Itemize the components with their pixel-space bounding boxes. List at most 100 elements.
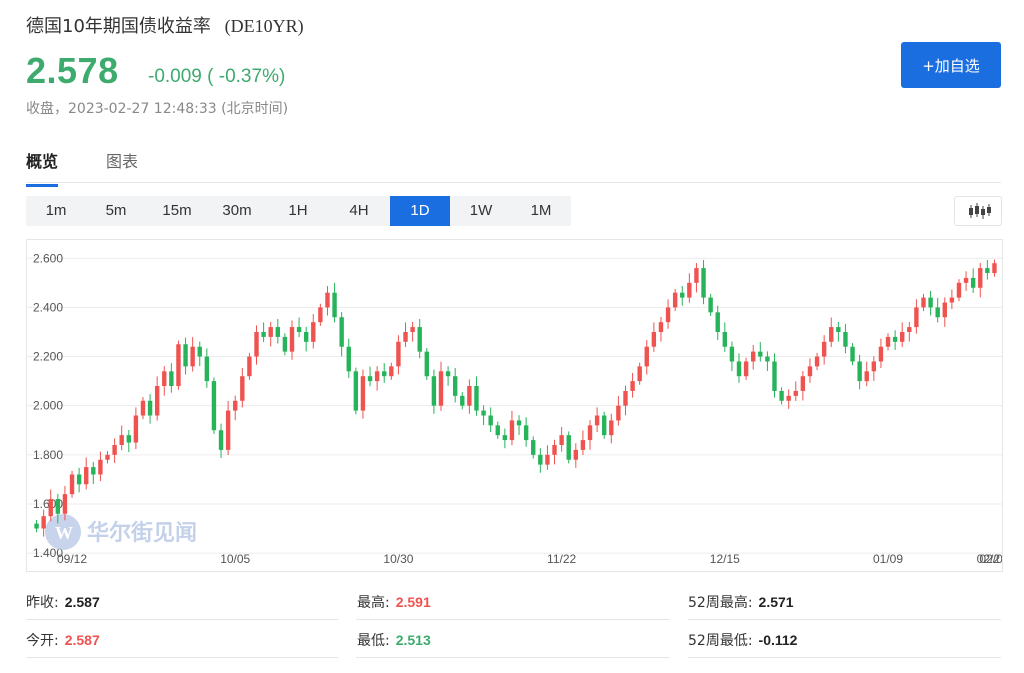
candle-body xyxy=(609,420,614,436)
candle-body xyxy=(431,376,437,406)
price-chart[interactable]: 2.600 2.400 2.200 2.000 1.800 1.600 1.400 W 华尔街见… xyxy=(26,239,1010,572)
candle-body xyxy=(956,282,962,298)
candle-body xyxy=(701,268,706,298)
candle-body xyxy=(204,356,210,382)
interval-4h[interactable]: 4H xyxy=(329,196,389,226)
candle-body xyxy=(225,410,231,450)
candle-body xyxy=(119,435,124,445)
candle-body xyxy=(708,297,713,313)
candle-body xyxy=(69,474,75,495)
candle-body xyxy=(928,297,933,308)
candle-body xyxy=(729,346,735,362)
x-tick-label: 01/09 xyxy=(873,552,903,566)
x-tick-label: 02/2 xyxy=(977,552,1001,566)
interval-1h[interactable]: 1H xyxy=(268,196,328,226)
candle-body xyxy=(211,381,217,431)
interval-30m[interactable]: 30m xyxy=(207,196,267,226)
candle-body xyxy=(403,331,408,342)
x-tick-label: 10/05 xyxy=(220,552,250,566)
candle-body xyxy=(261,331,266,337)
candle-body xyxy=(885,336,891,347)
candle-body xyxy=(765,356,770,362)
candle-body xyxy=(488,415,493,426)
divider xyxy=(356,619,670,620)
candle-body xyxy=(311,322,316,342)
candle-body xyxy=(332,292,337,318)
candle-body xyxy=(992,263,997,274)
watermark-logo-letter: W xyxy=(55,523,73,543)
x-tick-label: 10/30 xyxy=(383,552,413,566)
add-watchlist-button[interactable]: +加自选 xyxy=(901,42,1001,88)
candle-body xyxy=(772,361,777,391)
candle-body xyxy=(481,410,486,416)
candle-body xyxy=(864,371,869,382)
candle-body xyxy=(367,376,373,382)
interval-15m[interactable]: 15m xyxy=(147,196,207,226)
x-tick-label: 11/22 xyxy=(547,552,576,566)
candle-body xyxy=(112,444,117,455)
candle-body xyxy=(580,440,586,450)
candle-body xyxy=(900,331,905,342)
interval-1w[interactable]: 1W xyxy=(451,196,511,226)
candle-body xyxy=(197,346,202,357)
candle-body xyxy=(48,499,53,517)
candle-body xyxy=(339,317,344,347)
tab-overview[interactable]: 概览 xyxy=(26,148,59,187)
candle-body xyxy=(680,292,685,298)
candle-body xyxy=(190,346,195,367)
stat-high: 最高: 2.591 xyxy=(357,594,431,611)
candle-body xyxy=(474,386,479,411)
candle-body xyxy=(233,400,238,411)
candle-body xyxy=(694,268,699,283)
candle-body xyxy=(140,400,146,416)
candle-body xyxy=(460,395,465,406)
candle-body xyxy=(807,366,813,377)
chart-type-toggle[interactable] xyxy=(954,196,1002,226)
candle-body xyxy=(467,386,472,406)
candle-body xyxy=(751,351,756,362)
candle-body xyxy=(644,346,649,367)
x-tick-label: 12/15 xyxy=(710,552,740,566)
candle-body xyxy=(169,371,174,387)
candle-body xyxy=(240,376,245,401)
interval-5m[interactable]: 5m xyxy=(86,196,146,226)
candle-body xyxy=(821,341,827,357)
instrument-symbol: (DE10YR) xyxy=(224,16,304,36)
candle-body xyxy=(914,307,919,328)
instrument-name: 德国10年期国债收益率 xyxy=(26,16,211,37)
candle-body xyxy=(318,307,323,323)
candle-body xyxy=(218,430,224,450)
candle-body xyxy=(147,400,153,416)
candle-body xyxy=(786,395,791,401)
candle-body xyxy=(672,292,678,308)
candle-body xyxy=(516,420,522,426)
candle-body xyxy=(275,327,280,337)
candle-body xyxy=(850,346,855,362)
interval-1d[interactable]: 1D xyxy=(390,196,450,226)
candle-body xyxy=(424,351,430,377)
candle-body xyxy=(438,371,444,406)
candle-body xyxy=(949,297,955,303)
interval-1mo[interactable]: 1M xyxy=(511,196,571,226)
candle-body xyxy=(545,454,550,465)
tab-chart[interactable]: 图表 xyxy=(106,148,138,184)
candle-body xyxy=(978,268,983,288)
x-tick-label: 09/12 xyxy=(57,552,87,566)
candle-body xyxy=(836,327,841,332)
candle-body xyxy=(105,454,110,460)
candle-body xyxy=(793,390,798,396)
interval-selector: 1m 5m 15m 30m 1H 4H 1D 1W 1M xyxy=(26,196,571,226)
candle-body xyxy=(736,361,742,377)
divider xyxy=(688,657,1001,658)
candle-body xyxy=(91,467,96,475)
candle-body xyxy=(126,435,131,443)
candle-body xyxy=(878,346,884,362)
candle-body xyxy=(985,268,990,274)
stat-low: 最低: 2.513 xyxy=(357,632,431,649)
candle-body xyxy=(34,523,39,529)
candle-body xyxy=(41,516,46,529)
watermark-text: 华尔街见闻 xyxy=(87,520,197,546)
interval-1m[interactable]: 1m xyxy=(26,196,86,226)
candle-body xyxy=(303,331,309,342)
candle-body xyxy=(254,331,259,357)
